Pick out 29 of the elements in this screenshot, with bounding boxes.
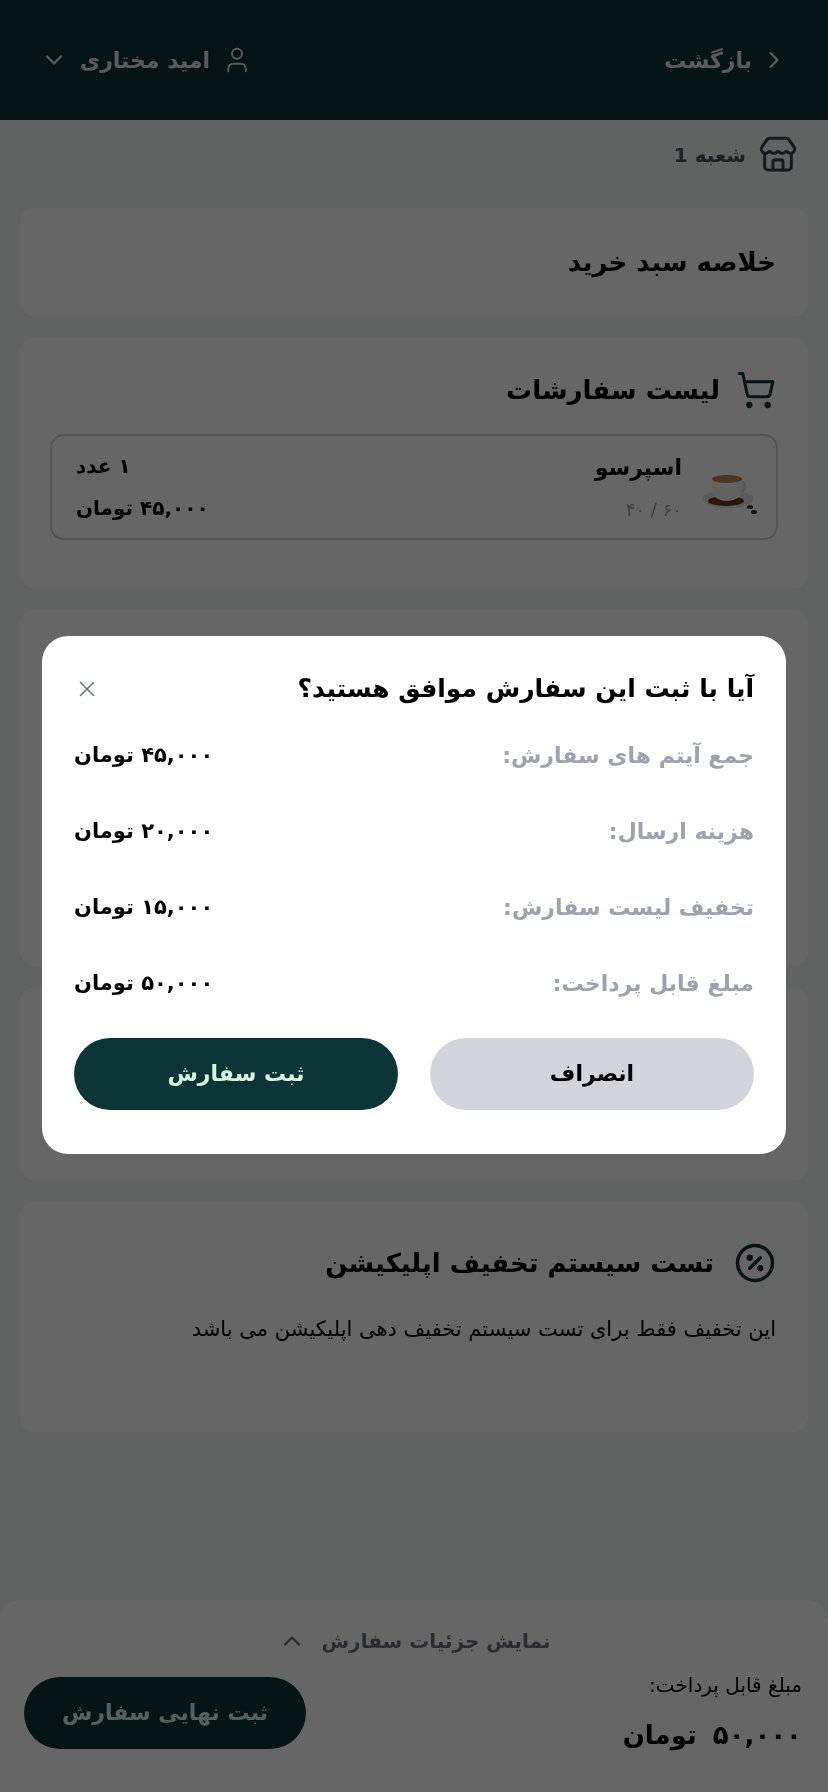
store-icon xyxy=(758,135,798,175)
item-quantity: ۱ عدد xyxy=(76,453,131,480)
summary-value: ۴۵,۰۰۰ تومان xyxy=(74,741,214,769)
discount-description: این تخفیف فقط برای تست سیستم تخفیف دهی اپلیکیشن می باشد xyxy=(190,1316,776,1343)
details-toggle[interactable]: نمایش جزئیات سفارش xyxy=(277,1626,551,1656)
back-button[interactable]: بازگشت xyxy=(664,43,788,77)
payable-label: مبلغ قابل پرداخت: xyxy=(648,1672,802,1700)
card-title: خلاصه سبد خرید xyxy=(567,245,776,280)
branch-label: شعبه 1 xyxy=(673,142,746,169)
summary-label: مبلغ قابل پرداخت: xyxy=(552,970,754,999)
currency-label: تومان xyxy=(622,1719,697,1753)
summary-label: جمع آیتم های سفارش: xyxy=(502,741,754,771)
dialog-title: آیا با ثبت این سفارش موافق هستید؟ xyxy=(297,672,754,706)
summary-value: ۱۵,۰۰۰ تومان xyxy=(74,893,214,921)
percent-badge-icon xyxy=(734,1242,776,1284)
summary-value: ۲۰,۰۰۰ تومان xyxy=(74,817,214,845)
card-title: تست سیستم تخفیف اپلیکیشن xyxy=(325,1246,714,1281)
summary-label: هزینه ارسال: xyxy=(608,818,754,847)
confirm-button[interactable]: ثبت سفارش xyxy=(74,1037,398,1110)
cancel-button[interactable]: انصراف xyxy=(430,1037,754,1110)
summary-label: تخفیف لیست سفارش: xyxy=(503,894,754,922)
cart-icon xyxy=(736,370,776,410)
item-name: اسپرسو xyxy=(592,454,682,483)
final-submit-button[interactable]: ثبت نهایی سفارش xyxy=(24,1676,306,1749)
item-price: ۴۵,۰۰۰ تومان xyxy=(76,495,209,522)
summary-value: ۵۰,۰۰۰ تومان xyxy=(74,969,214,997)
card-title: لیست سفارشات xyxy=(506,373,720,407)
payable-amount: ۵۰,۰۰۰ xyxy=(712,1719,802,1752)
user-menu[interactable]: امید مختاری xyxy=(40,43,253,77)
